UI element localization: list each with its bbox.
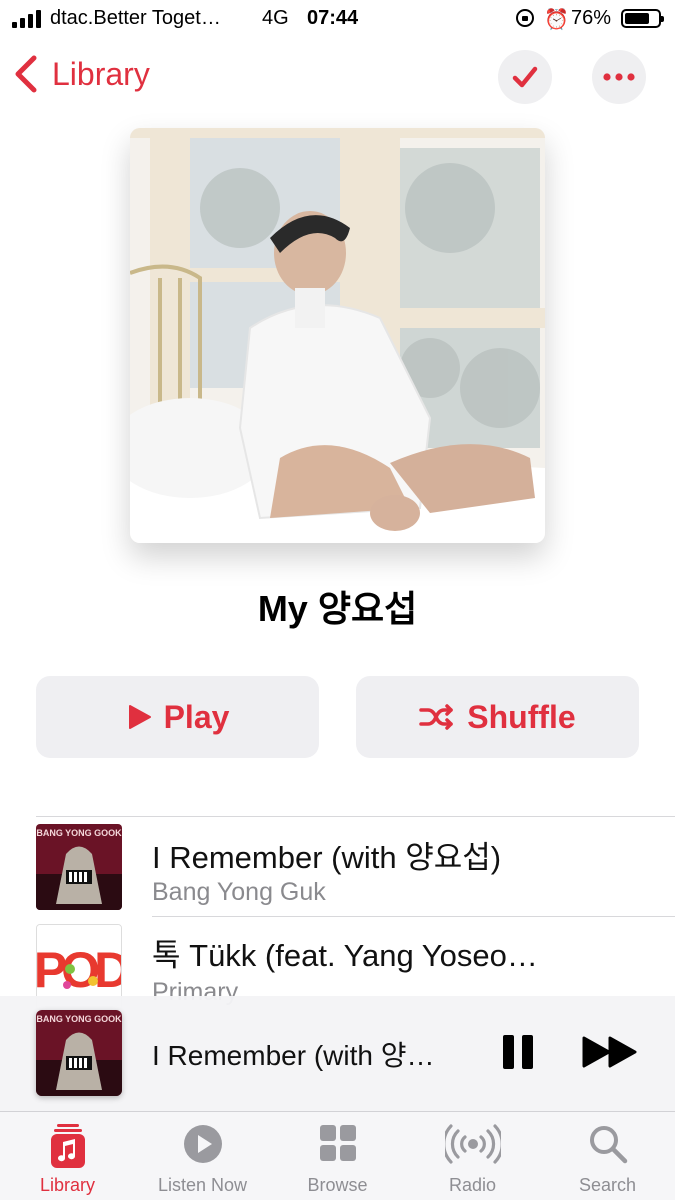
mini-player[interactable]: BANG YONG GOOK I Remember (with 양… <box>0 996 675 1112</box>
play-label: Play <box>163 698 230 735</box>
carrier-name: dtac.Better Toget… <box>50 7 221 29</box>
now-playing-art-text: BANG YONG GOOK <box>36 1014 122 1024</box>
tab-listen-now[interactable]: Listen Now <box>135 1112 270 1200</box>
now-playing-artwork: BANG YONG GOOK <box>36 1010 122 1096</box>
shuffle-label: Shuffle <box>467 698 576 735</box>
signal-icon <box>12 10 41 28</box>
checkmark-icon <box>512 66 538 88</box>
status-bar: dtac.Better Toget… 4G 07:44 ⏰ 76% <box>0 0 675 40</box>
battery-icon <box>621 9 664 28</box>
back-label: Library <box>52 55 150 92</box>
pause-icon <box>503 1035 533 1069</box>
tab-library[interactable]: Library <box>0 1112 135 1200</box>
status-time: 07:44 <box>307 7 359 29</box>
tab-label: Listen Now <box>157 1175 248 1195</box>
shuffle-icon <box>419 704 454 730</box>
tab-label: Search <box>578 1175 637 1195</box>
more-options-button[interactable] <box>592 50 646 104</box>
battery-percent: 76% <box>571 7 612 29</box>
listen-now-icon <box>183 1125 222 1163</box>
alarm-icon: ⏰ <box>544 9 569 31</box>
now-playing-title: I Remember (with 양… <box>152 1040 435 1071</box>
track-artist: Bang Yong Guk <box>152 878 326 906</box>
track-artwork: BANG YONG GOOK <box>36 824 122 910</box>
tab-label: Browse <box>307 1175 368 1195</box>
fast-forward-icon <box>582 1036 637 1068</box>
network-type: 4G <box>262 7 289 29</box>
radio-icon <box>444 1124 501 1164</box>
track-title: I Remember (with 양요섭) <box>152 840 502 875</box>
tab-bar: Library Listen Now Browse Radio Search <box>0 1112 675 1200</box>
library-icon <box>50 1124 85 1168</box>
browse-icon <box>319 1125 356 1161</box>
ellipsis-icon <box>603 73 635 81</box>
play-icon <box>128 705 151 729</box>
back-button[interactable]: Library <box>12 52 150 96</box>
tab-search[interactable]: Search <box>540 1112 675 1200</box>
playlist-title: My 양요섭 <box>257 588 418 629</box>
track-art-text: POD <box>37 942 121 998</box>
play-button[interactable]: Play <box>36 676 319 758</box>
skip-forward-button[interactable] <box>582 1036 638 1068</box>
track-title: 톡 Tükk (feat. Yang Yoseo… <box>152 938 538 973</box>
shuffle-button[interactable]: Shuffle <box>356 676 639 758</box>
tab-browse[interactable]: Browse <box>270 1112 405 1200</box>
playlist-artwork <box>130 128 545 543</box>
pause-button[interactable] <box>502 1034 534 1070</box>
rotation-lock-icon <box>516 9 534 27</box>
done-button[interactable] <box>498 50 552 104</box>
tab-label: Radio <box>448 1175 497 1195</box>
chevron-left-icon <box>15 55 37 93</box>
track-row-1[interactable]: BANG YONG GOOK I Remember (with 양요섭) Ban… <box>0 816 675 916</box>
search-icon <box>589 1126 627 1164</box>
tab-label: Library <box>39 1175 96 1195</box>
tab-radio[interactable]: Radio <box>405 1112 540 1200</box>
track-art-text: BANG YONG GOOK <box>36 828 122 838</box>
